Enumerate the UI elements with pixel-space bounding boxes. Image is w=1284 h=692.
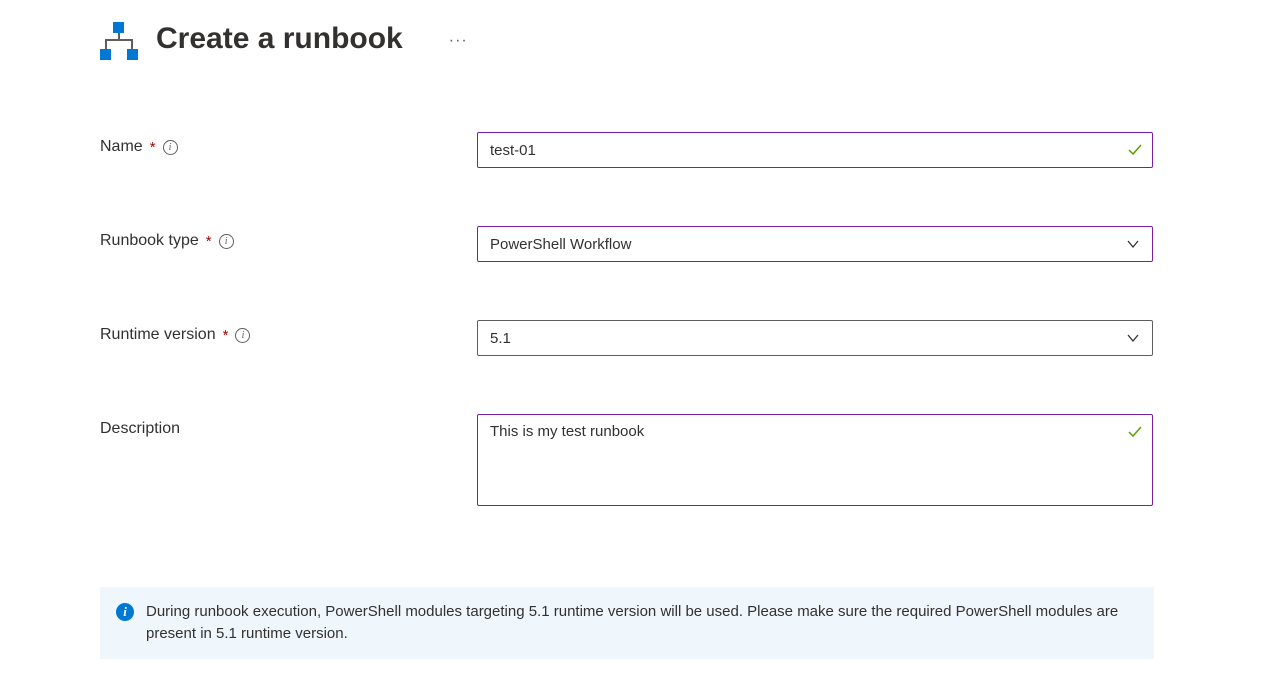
label-text: Description	[100, 420, 180, 438]
select-value: PowerShell Workflow	[490, 236, 631, 253]
page-title: Create a runbook	[156, 22, 403, 56]
runtime-version-select[interactable]: 5.1	[477, 320, 1153, 356]
label-name: Name * i	[100, 132, 477, 156]
info-icon[interactable]: i	[219, 234, 234, 249]
info-icon[interactable]: i	[163, 140, 178, 155]
form-row-runtime-version: Runtime version * i 5.1	[100, 320, 1284, 356]
chevron-down-icon	[1126, 331, 1140, 345]
description-textarea[interactable]	[477, 414, 1153, 506]
label-runtime-version: Runtime version * i	[100, 320, 477, 344]
label-runbook-type: Runbook type * i	[100, 226, 477, 250]
required-asterisk: *	[223, 327, 229, 344]
required-asterisk: *	[206, 233, 212, 250]
more-actions-button[interactable]: ···	[449, 32, 468, 50]
info-banner: i During runbook execution, PowerShell m…	[100, 587, 1154, 659]
info-icon: i	[116, 603, 134, 621]
runbook-icon	[100, 22, 138, 60]
label-text: Runbook type	[100, 232, 199, 250]
select-value: 5.1	[490, 330, 511, 347]
form-row-description: Description	[100, 414, 1284, 509]
label-text: Runtime version	[100, 326, 216, 344]
label-description: Description	[100, 414, 477, 438]
label-text: Name	[100, 138, 143, 156]
form-row-runbook-type: Runbook type * i PowerShell Workflow	[100, 226, 1284, 262]
runbook-type-select[interactable]: PowerShell Workflow	[477, 226, 1153, 262]
info-icon[interactable]: i	[235, 328, 250, 343]
form-row-name: Name * i	[100, 132, 1284, 168]
page-header: Create a runbook ···	[100, 18, 1284, 60]
name-input[interactable]	[477, 132, 1153, 168]
chevron-down-icon	[1126, 237, 1140, 251]
required-asterisk: *	[150, 139, 156, 156]
banner-text: During runbook execution, PowerShell mod…	[146, 601, 1138, 645]
